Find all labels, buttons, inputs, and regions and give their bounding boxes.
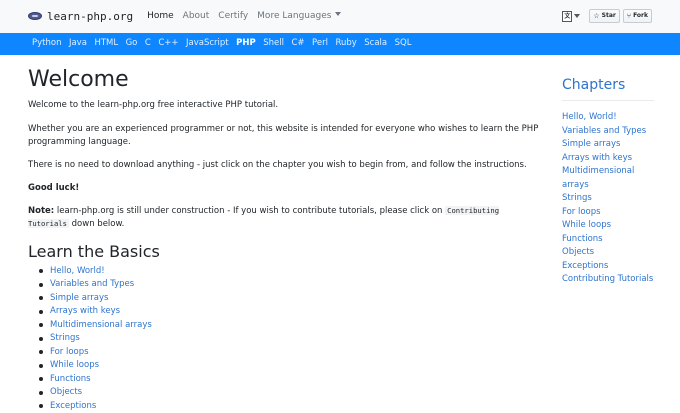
list-item: Hello, World! [38,265,540,279]
note-label: Note: [28,206,55,217]
list-item: For loops [38,346,540,360]
basics-link-objects[interactable]: Objects [50,387,82,397]
list-item: Variables and Types [38,278,540,292]
list-item: Objects [38,386,540,400]
lang-scala[interactable]: Scala [364,37,387,50]
basics-list: Hello, World! Variables and Types Simple… [38,265,540,413]
more-languages-label: More Languages [257,10,332,21]
basics-link-arrays-keys[interactable]: Arrays with keys [50,306,120,316]
brand-link[interactable]: learn-php.org [28,8,133,25]
lang-ruby[interactable]: Ruby [335,37,356,50]
chapter-link-hello-world[interactable]: Hello, World! [562,112,617,122]
list-item: Simple arrays [562,138,654,152]
chapter-link-objects[interactable]: Objects [562,247,594,257]
github-star-label: Star [601,12,616,20]
basics-link-exceptions[interactable]: Exceptions [50,401,96,411]
nav-about-link[interactable]: About [183,10,210,24]
lang-python[interactable]: Python [32,37,61,50]
basics-link-variables[interactable]: Variables and Types [50,279,134,289]
github-fork-label: Fork [633,12,648,20]
list-item: Contributing Tutorials [562,273,654,287]
lang-shell[interactable]: Shell [263,37,284,50]
lang-cpp[interactable]: C++ [158,37,178,50]
lang-perl[interactable]: Perl [312,37,328,50]
note-end: down below. [68,219,125,230]
lang-sql[interactable]: SQL [395,37,412,50]
list-item: Strings [562,192,654,206]
top-right-tools: 文 ☆ Star ⑂ Fork [562,9,652,23]
top-nav-links: Home About Certify More Languages [147,10,350,24]
chapter-link-exceptions[interactable]: Exceptions [562,261,608,271]
list-item: Simple arrays [38,292,540,306]
basics-link-simple-arrays[interactable]: Simple arrays [50,293,108,303]
github-fork-button[interactable]: ⑂ Fork [622,9,652,23]
lang-csharp[interactable]: C# [291,37,304,50]
chapters-heading: Chapters [562,76,654,102]
nav-certify-link[interactable]: Certify [218,10,248,24]
php-logo-icon [28,12,42,21]
basics-link-multidimensional[interactable]: Multidimensional arrays [50,320,152,330]
chapters-sidebar: Chapters Hello, World! Variables and Typ… [562,76,654,287]
lang-java[interactable]: Java [69,37,87,50]
note-paragraph: Note: learn-php.org is still under const… [28,205,540,231]
basics-link-hello-world[interactable]: Hello, World! [50,266,105,276]
list-item: Arrays with keys [562,152,654,166]
chapter-link-functions[interactable]: Functions [562,234,603,244]
fork-icon: ⑂ [626,11,632,20]
list-item: While loops [562,219,654,233]
list-item: Arrays with keys [38,305,540,319]
chevron-down-icon[interactable] [574,14,581,18]
main-content: Welcome Welcome to the learn-php.org fre… [28,60,540,413]
translate-icon[interactable]: 文 [562,10,573,22]
chapter-link-while-loops[interactable]: While loops [562,220,611,230]
list-item: Multidimensional arrays [562,165,654,192]
list-item: Variables and Types [562,125,654,139]
chapter-link-simple-arrays[interactable]: Simple arrays [562,139,620,149]
list-item: Functions [38,373,540,387]
basics-heading: Learn the Basics [28,241,160,261]
basics-link-for-loops[interactable]: For loops [50,347,89,357]
chapter-link-arrays-keys[interactable]: Arrays with keys [562,153,632,163]
lang-javascript[interactable]: JavaScript [186,37,229,50]
basics-link-while-loops[interactable]: While loops [50,360,99,370]
github-star-button[interactable]: ☆ Star [589,9,620,23]
lang-html[interactable]: HTML [94,37,118,50]
lang-go[interactable]: Go [126,37,138,50]
note-text: learn-php.org is still under constructio… [54,206,446,217]
page-title: Welcome [28,67,129,92]
chapters-list: Hello, World! Variables and Types Simple… [562,111,654,287]
good-luck-bold: Good luck! [28,183,80,194]
list-item: Exceptions [562,260,654,274]
good-luck-text: Good luck! [28,182,540,195]
list-item: Functions [562,233,654,247]
chapter-link-multidimensional[interactable]: Multidimensional arrays [562,166,634,190]
lang-c[interactable]: C [145,37,151,50]
intro-paragraph: Welcome to the learn-php.org free intera… [28,100,279,111]
basics-link-functions[interactable]: Functions [50,374,91,384]
brand-name: learn-php.org [47,9,134,23]
nav-more-languages-dropdown[interactable]: More Languages [257,10,342,24]
language-bar: Python Java HTML Go C C++ JavaScript PHP… [0,33,680,55]
list-item: Multidimensional arrays [38,319,540,333]
list-item: For loops [562,206,654,220]
chevron-down-icon [335,12,342,17]
chapter-link-contributing[interactable]: Contributing Tutorials [562,274,653,284]
top-navbar: learn-php.org Home About Certify More La… [0,0,680,33]
list-item: While loops [38,359,540,373]
chapter-link-strings[interactable]: Strings [562,193,592,203]
basics-link-strings[interactable]: Strings [50,333,80,343]
star-icon: ☆ [593,11,600,20]
download-paragraph: There is no need to download anything - … [28,159,527,170]
lang-php[interactable]: PHP [236,37,256,50]
list-item: Hello, World! [562,111,654,125]
chapter-link-variables[interactable]: Variables and Types [562,126,646,136]
list-item: Objects [562,246,654,260]
audience-paragraph: Whether you are an experienced programme… [28,123,539,147]
list-item: Strings [38,332,540,346]
chapter-link-for-loops[interactable]: For loops [562,207,601,217]
nav-home-link[interactable]: Home [147,10,174,24]
list-item: Exceptions [38,400,540,413]
